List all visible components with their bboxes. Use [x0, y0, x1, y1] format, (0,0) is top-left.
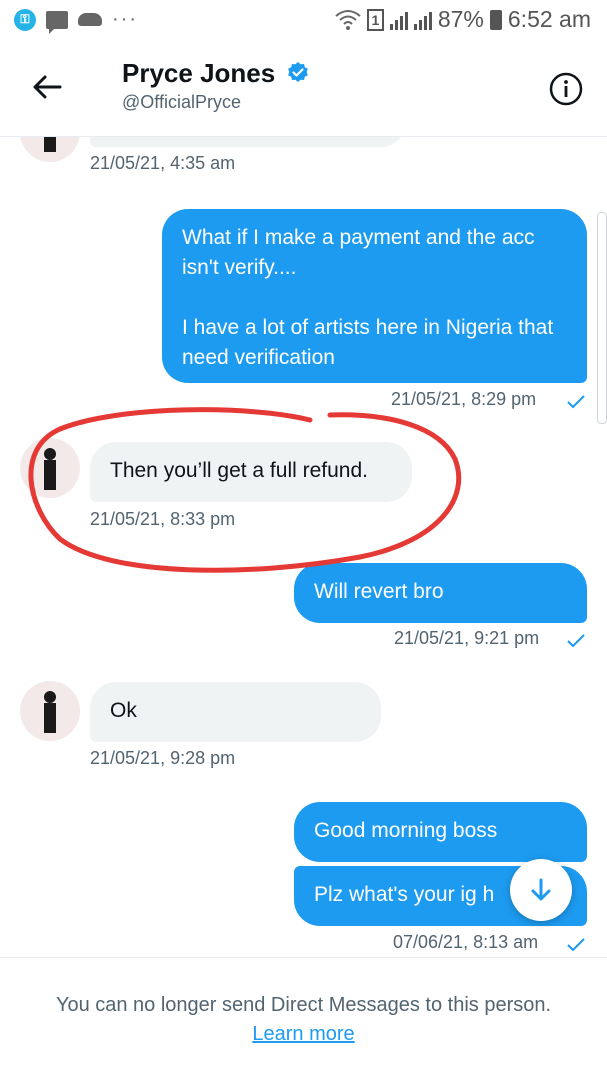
vpn-key-icon: ⚿ [14, 8, 36, 31]
clock: 6:52 am [507, 6, 591, 32]
notification-icons: ⚿ ··· [14, 8, 138, 34]
avatar[interactable] [20, 137, 80, 162]
message-bubble-incoming[interactable]: Ok [90, 682, 381, 742]
contact-handle: @OfficialPryce [122, 92, 241, 112]
sent-check-icon [567, 938, 585, 952]
scrollbar-thumb[interactable] [597, 212, 607, 424]
avatar[interactable] [20, 681, 80, 741]
message-timestamp: 21/05/21, 8:29 pm [391, 389, 537, 409]
message-timestamp: 21/05/21, 9:28 pm [90, 748, 236, 768]
notice-text: You can no longer send Direct Messages t… [55, 994, 552, 1016]
message-bubble-outgoing[interactable]: Will revert bro [294, 563, 587, 623]
learn-more-link[interactable]: Learn more [252, 1023, 354, 1045]
dm-disabled-notice: You can no longer send Direct Messages t… [40, 991, 567, 1049]
message-timestamp: 21/05/21, 8:33 pm [90, 509, 236, 529]
message-bubble-incoming[interactable]: Then you’ll get a full refund. [90, 442, 412, 502]
wifi-icon [335, 9, 361, 30]
battery-percent: 87% [437, 6, 484, 32]
more-notifications-indicator: ··· [112, 8, 138, 30]
status-bar: ⚿ ··· 1 87% 6:52 am [0, 0, 607, 40]
message-bubble-incoming[interactable] [90, 137, 406, 147]
signal-strength-icon [389, 10, 408, 30]
sent-check-icon [567, 634, 585, 648]
arrow-down-icon [531, 878, 551, 901]
message-timestamp: 21/05/21, 9:21 pm [394, 628, 540, 648]
conversation-header: Pryce Jones @OfficialPryce [0, 40, 607, 137]
back-arrow-icon[interactable] [30, 70, 64, 104]
system-icons: 1 87% 6:52 am [335, 6, 591, 33]
sent-check-icon [567, 395, 585, 409]
message-bubble-outgoing[interactable]: What if I make a payment and the acc isn… [162, 209, 587, 383]
message-timestamp: 07/06/21, 8:13 am [393, 932, 539, 952]
dm-disabled-footer: You can no longer send Direct Messages t… [0, 957, 607, 1081]
signal-strength-icon-2 [413, 10, 432, 30]
message-timestamp: 21/05/21, 4:35 am [90, 153, 236, 173]
scroll-to-bottom-button[interactable] [510, 859, 572, 921]
message-bubble-outgoing[interactable]: Good morning boss [294, 802, 587, 862]
info-icon[interactable] [549, 72, 583, 106]
verified-badge-icon [288, 62, 308, 82]
message-thread[interactable]: 21/05/21, 4:35 am What if I make a payme… [0, 137, 607, 957]
avatar[interactable] [20, 438, 80, 498]
cloud-icon [78, 13, 102, 26]
battery-icon [489, 9, 502, 30]
message-notification-icon [46, 10, 68, 34]
contact-name[interactable]: Pryce Jones [122, 58, 275, 89]
sim-slot-badge: 1 [366, 8, 384, 31]
